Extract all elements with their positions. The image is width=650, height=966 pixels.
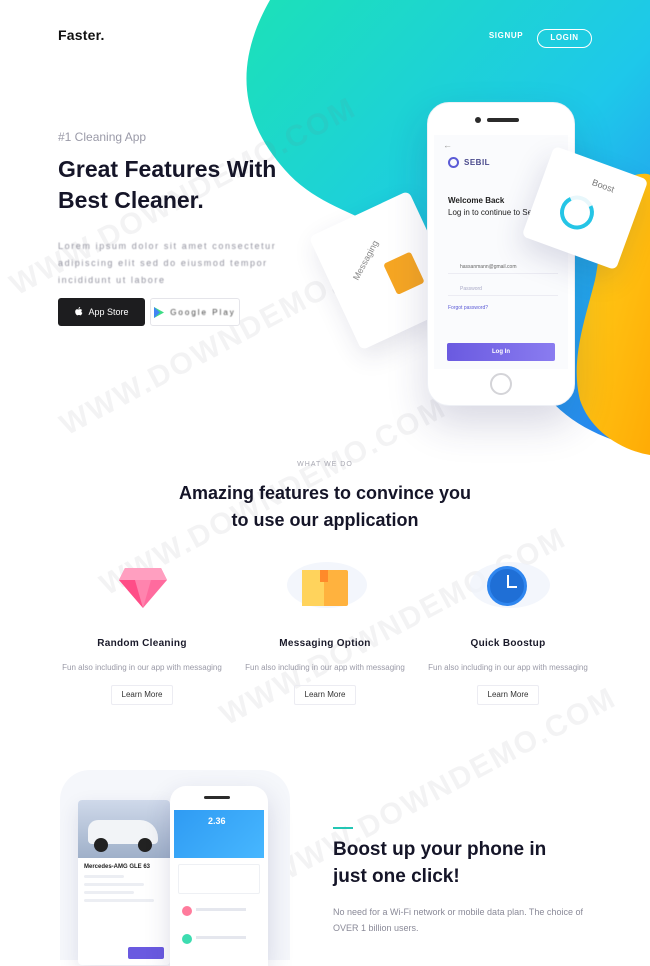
car-wheel <box>138 838 152 852</box>
learn-more-button[interactable]: Learn More <box>111 685 173 705</box>
app-amount: 2.36 <box>208 816 226 826</box>
boost-title-line: just one click! <box>333 866 460 887</box>
feature-description: Fun also including in our app with messa… <box>428 663 588 672</box>
hero-title: Great Features With Best Cleaner. <box>58 154 358 216</box>
placeholder-line <box>196 936 246 939</box>
app-brand: SEBIL <box>448 157 490 168</box>
list-dot-icon <box>182 906 192 916</box>
placeholder-line <box>84 875 124 878</box>
placeholder-line <box>84 883 144 886</box>
hero-eyebrow: #1 Cleaning App <box>58 130 147 144</box>
app-stats-panel <box>178 864 260 894</box>
section-eyebrow: WHAT WE DO <box>297 461 353 468</box>
section-title-line: Amazing features to convince you <box>178 483 472 503</box>
feature-icon-wrap <box>62 558 222 618</box>
password-field[interactable]: Password <box>448 282 558 296</box>
learn-more-button[interactable]: Learn More <box>477 685 539 705</box>
car-wheel <box>94 838 108 852</box>
home-button <box>490 373 512 395</box>
phone-mockup: ← SEBIL Welcome Back Log in to continue … <box>427 102 575 406</box>
app-list-item <box>178 902 260 924</box>
feature-title: Quick Boostup <box>470 638 546 649</box>
boost-title-line: Boost up your phone in <box>333 839 547 860</box>
email-field[interactable]: hassanmann@gmail.com <box>448 260 558 274</box>
section-title: Amazing features to convince you to use … <box>125 480 525 534</box>
feature-title: Messaging Option <box>279 638 371 649</box>
app-store-button[interactable]: App Store <box>58 298 145 326</box>
app-store-label: App Store <box>88 307 129 317</box>
google-play-label: Google Play <box>170 307 236 317</box>
google-play-button[interactable]: Google Play <box>150 298 240 326</box>
feature-icon-wrap <box>428 558 588 618</box>
login-button[interactable]: LOGIN <box>537 29 592 48</box>
app-login-button[interactable]: Log In <box>447 343 555 361</box>
folder-icon <box>302 570 348 606</box>
feature-description: Fun also including in our app with messa… <box>62 663 222 672</box>
car-image <box>78 800 170 858</box>
feature-title: Random Cleaning <box>97 638 187 649</box>
site-logo[interactable]: Faster. <box>58 27 105 43</box>
phone-mockup-secondary: 2.36 <box>170 786 268 966</box>
speaker-grill <box>487 118 519 122</box>
car-booking-card: Mercedes-AMG GLE 63 <box>78 800 170 965</box>
book-button <box>128 947 164 959</box>
boost-gauge-icon <box>555 190 599 235</box>
feature-icon-wrap <box>245 558 405 618</box>
gem-icon <box>119 568 167 608</box>
camera-dot <box>475 117 481 123</box>
car-name: Mercedes-AMG GLE 63 <box>84 864 151 870</box>
list-dot-icon <box>182 934 192 944</box>
signup-link[interactable]: SIGNUP <box>482 31 530 40</box>
back-arrow-icon[interactable]: ← <box>443 140 452 150</box>
app-list-item <box>178 930 260 952</box>
feature-card-messaging-option: Messaging Option Fun also including in o… <box>245 558 405 705</box>
feature-card-random-cleaning: Random Cleaning Fun also including in ou… <box>62 558 222 705</box>
placeholder-line <box>84 891 134 894</box>
messaging-label: Messaging <box>350 238 381 282</box>
brand-logo-icon <box>448 157 459 168</box>
forgot-password-link[interactable]: Forgot password? <box>448 305 488 311</box>
google-play-icon <box>154 306 165 318</box>
accent-divider <box>333 827 353 829</box>
learn-more-button[interactable]: Learn More <box>294 685 356 705</box>
hero-title-line: Great Features With <box>58 156 277 182</box>
boost-title: Boost up your phone in just one click! <box>333 836 593 890</box>
clock-icon <box>487 566 527 606</box>
app-header-panel: 2.36 <box>174 810 264 858</box>
feature-description: Fun also including in our app with messa… <box>245 663 405 672</box>
hero-title-line: Best Cleaner. <box>58 187 204 213</box>
boost-label: Boost <box>590 177 616 195</box>
apple-icon <box>75 307 83 316</box>
section-title-line: to use our application <box>231 510 419 530</box>
feature-card-quick-boostup: Quick Boostup Fun also including in our … <box>428 558 588 705</box>
brand-name: SEBIL <box>464 158 491 167</box>
speaker-grill <box>204 796 230 799</box>
hero-description: Lorem ipsum dolor sit amet consectetur a… <box>58 241 277 285</box>
folder-icon <box>383 251 425 296</box>
placeholder-line <box>196 908 246 911</box>
boost-description: No need for a Wi-Fi network or mobile da… <box>333 907 583 933</box>
placeholder-line <box>84 899 154 902</box>
